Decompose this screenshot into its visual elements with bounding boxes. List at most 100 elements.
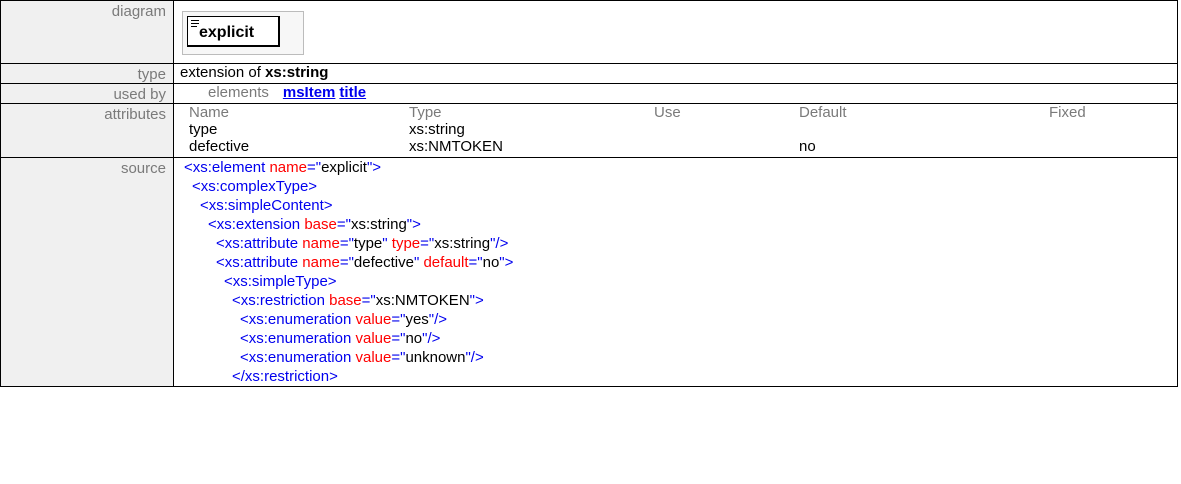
source-token-tag: <xs:attribute xyxy=(216,254,303,271)
source-row: source <xs:element name="explicit"> <xs:c… xyxy=(0,157,1178,387)
source-token-attr: base xyxy=(304,216,337,233)
element-diagram: explicit xyxy=(182,11,304,55)
attribute-type: xs:string xyxy=(409,121,465,138)
attributes-header-default: Default xyxy=(799,104,847,121)
attributes-table: Name Type Use Default Fixed type xs:stri… xyxy=(189,104,1181,155)
element-content-icon xyxy=(191,20,199,29)
source-line: <xs:element name="explicit"> xyxy=(180,158,1177,177)
used-by-list: elements msItem title xyxy=(180,84,370,101)
source-line: <xs:enumeration value="no"/> xyxy=(180,329,1177,348)
used-by-link-title[interactable]: title xyxy=(339,84,366,101)
source-token-tag: <xs:complexType> xyxy=(192,178,318,195)
source-line: <xs:simpleContent> xyxy=(180,196,1177,215)
source-line: <xs:restriction base="xs:NMTOKEN"> xyxy=(180,291,1177,310)
source-token-tag: <xs:enumeration xyxy=(240,349,356,366)
element-doc-table: diagram explicit type extension of xs:st… xyxy=(0,0,1178,387)
source-token-tag: =" xyxy=(468,254,483,271)
source-line: <xs:complexType> xyxy=(180,177,1177,196)
attributes-header-fixed: Fixed xyxy=(1049,104,1086,121)
attributes-cell: Name Type Use Default Fixed type xs:stri… xyxy=(173,103,1181,158)
used-by-kind: elements xyxy=(208,84,269,101)
source-token-tag: <xs:element xyxy=(184,159,270,176)
type-row: type extension of xs:string xyxy=(0,63,1178,84)
source-token-tag: <xs:attribute xyxy=(216,235,303,252)
source-token-val: no xyxy=(482,254,500,271)
type-label: type xyxy=(0,63,174,84)
source-token-val: no xyxy=(405,330,423,347)
source-token-tag: <xs:enumeration xyxy=(240,311,356,328)
element-box[interactable]: explicit xyxy=(187,16,280,47)
attribute-fixed xyxy=(1049,121,1181,138)
attribute-type: xs:NMTOKEN xyxy=(409,138,503,155)
attribute-use xyxy=(654,138,799,155)
source-token-attr: value xyxy=(355,311,392,328)
source-token-tag: "> xyxy=(499,254,514,271)
source-line: <xs:enumeration value="yes"/> xyxy=(180,310,1177,329)
source-token-attr: name xyxy=(302,254,340,271)
source-token-tag: =" xyxy=(307,159,322,176)
source-token-attr: default xyxy=(423,254,469,271)
attributes-header-type: Type xyxy=(409,104,442,121)
source-token-tag: "> xyxy=(366,159,382,176)
source-token-tag: =" xyxy=(361,292,376,309)
source-token-tag: =" xyxy=(339,254,354,271)
attribute-row: defective xs:NMTOKEN no xyxy=(189,138,1181,155)
used-by-row: used by elements msItem title xyxy=(0,83,1178,104)
source-token-attr: base xyxy=(329,292,362,309)
used-by-cell: elements msItem title xyxy=(173,83,1178,104)
attributes-header-row: Name Type Use Default Fixed xyxy=(189,104,1181,121)
type-prefix: extension of xyxy=(180,64,266,81)
attribute-name: defective xyxy=(189,138,250,155)
diagram-label: diagram xyxy=(0,0,174,64)
attribute-use xyxy=(654,121,799,138)
source-token-attr: name xyxy=(302,235,340,252)
source-token-tag: "/> xyxy=(490,235,509,252)
source-line: <xs:enumeration value="unknown"/> xyxy=(180,348,1177,367)
type-base: xs:string xyxy=(265,64,329,81)
source-token-tag: <xs:restriction xyxy=(232,292,330,309)
source-token-val: unknown xyxy=(405,349,466,366)
used-by-link-msitem[interactable]: msItem xyxy=(283,84,336,101)
source-line: <xs:attribute name="defective" default="… xyxy=(180,253,1177,272)
source-line: <xs:extension base="xs:string"> xyxy=(180,215,1177,234)
attributes-header-name: Name xyxy=(189,104,230,121)
source-token-tag: " xyxy=(382,235,392,252)
attributes-header-use: Use xyxy=(654,104,681,121)
source-token-tag: <xs:enumeration xyxy=(240,330,356,347)
source-token-tag: <xs:simpleType> xyxy=(224,273,337,290)
attributes-label: attributes xyxy=(0,103,174,158)
source-token-attr: value xyxy=(355,330,392,347)
source-token-attr: type xyxy=(391,235,421,252)
source-token-tag: </xs:restriction> xyxy=(232,368,338,385)
source-token-tag: "/> xyxy=(428,311,448,328)
source-line: </xs:restriction> xyxy=(180,367,1177,386)
type-cell: extension of xs:string xyxy=(173,63,1178,84)
source-token-val: xs:string xyxy=(350,216,407,233)
source-token-val: type xyxy=(353,235,383,252)
source-token-tag: =" xyxy=(420,235,435,252)
element-name: explicit xyxy=(199,24,255,41)
source-code: <xs:element name="explicit"> <xs:complexT… xyxy=(173,157,1178,387)
source-token-val: yes xyxy=(405,311,429,328)
source-token-tag: <xs:extension xyxy=(208,216,305,233)
source-token-val: defective xyxy=(353,254,414,271)
source-token-tag: =" xyxy=(391,330,406,347)
source-token-val: xs:NMTOKEN xyxy=(375,292,470,309)
diagram-cell: explicit xyxy=(173,0,1178,64)
source-token-attr: value xyxy=(355,349,392,366)
source-token-tag: "> xyxy=(406,216,421,233)
attribute-fixed xyxy=(1049,138,1181,155)
source-label: source xyxy=(0,157,174,387)
source-token-val: xs:string xyxy=(434,235,491,252)
source-token-tag: =" xyxy=(391,311,406,328)
source-token-tag: =" xyxy=(336,216,351,233)
attribute-default: no xyxy=(799,138,816,155)
used-by-label: used by xyxy=(0,83,174,104)
source-line: <xs:attribute name="type" type="xs:strin… xyxy=(180,234,1177,253)
source-token-tag: "/> xyxy=(465,349,484,366)
source-token-tag: <xs:simpleContent> xyxy=(200,197,333,214)
source-token-tag: "/> xyxy=(422,330,441,347)
source-token-attr: name xyxy=(269,159,307,176)
source-token-val: explicit xyxy=(321,159,367,176)
diagram-row: diagram explicit xyxy=(0,0,1178,64)
